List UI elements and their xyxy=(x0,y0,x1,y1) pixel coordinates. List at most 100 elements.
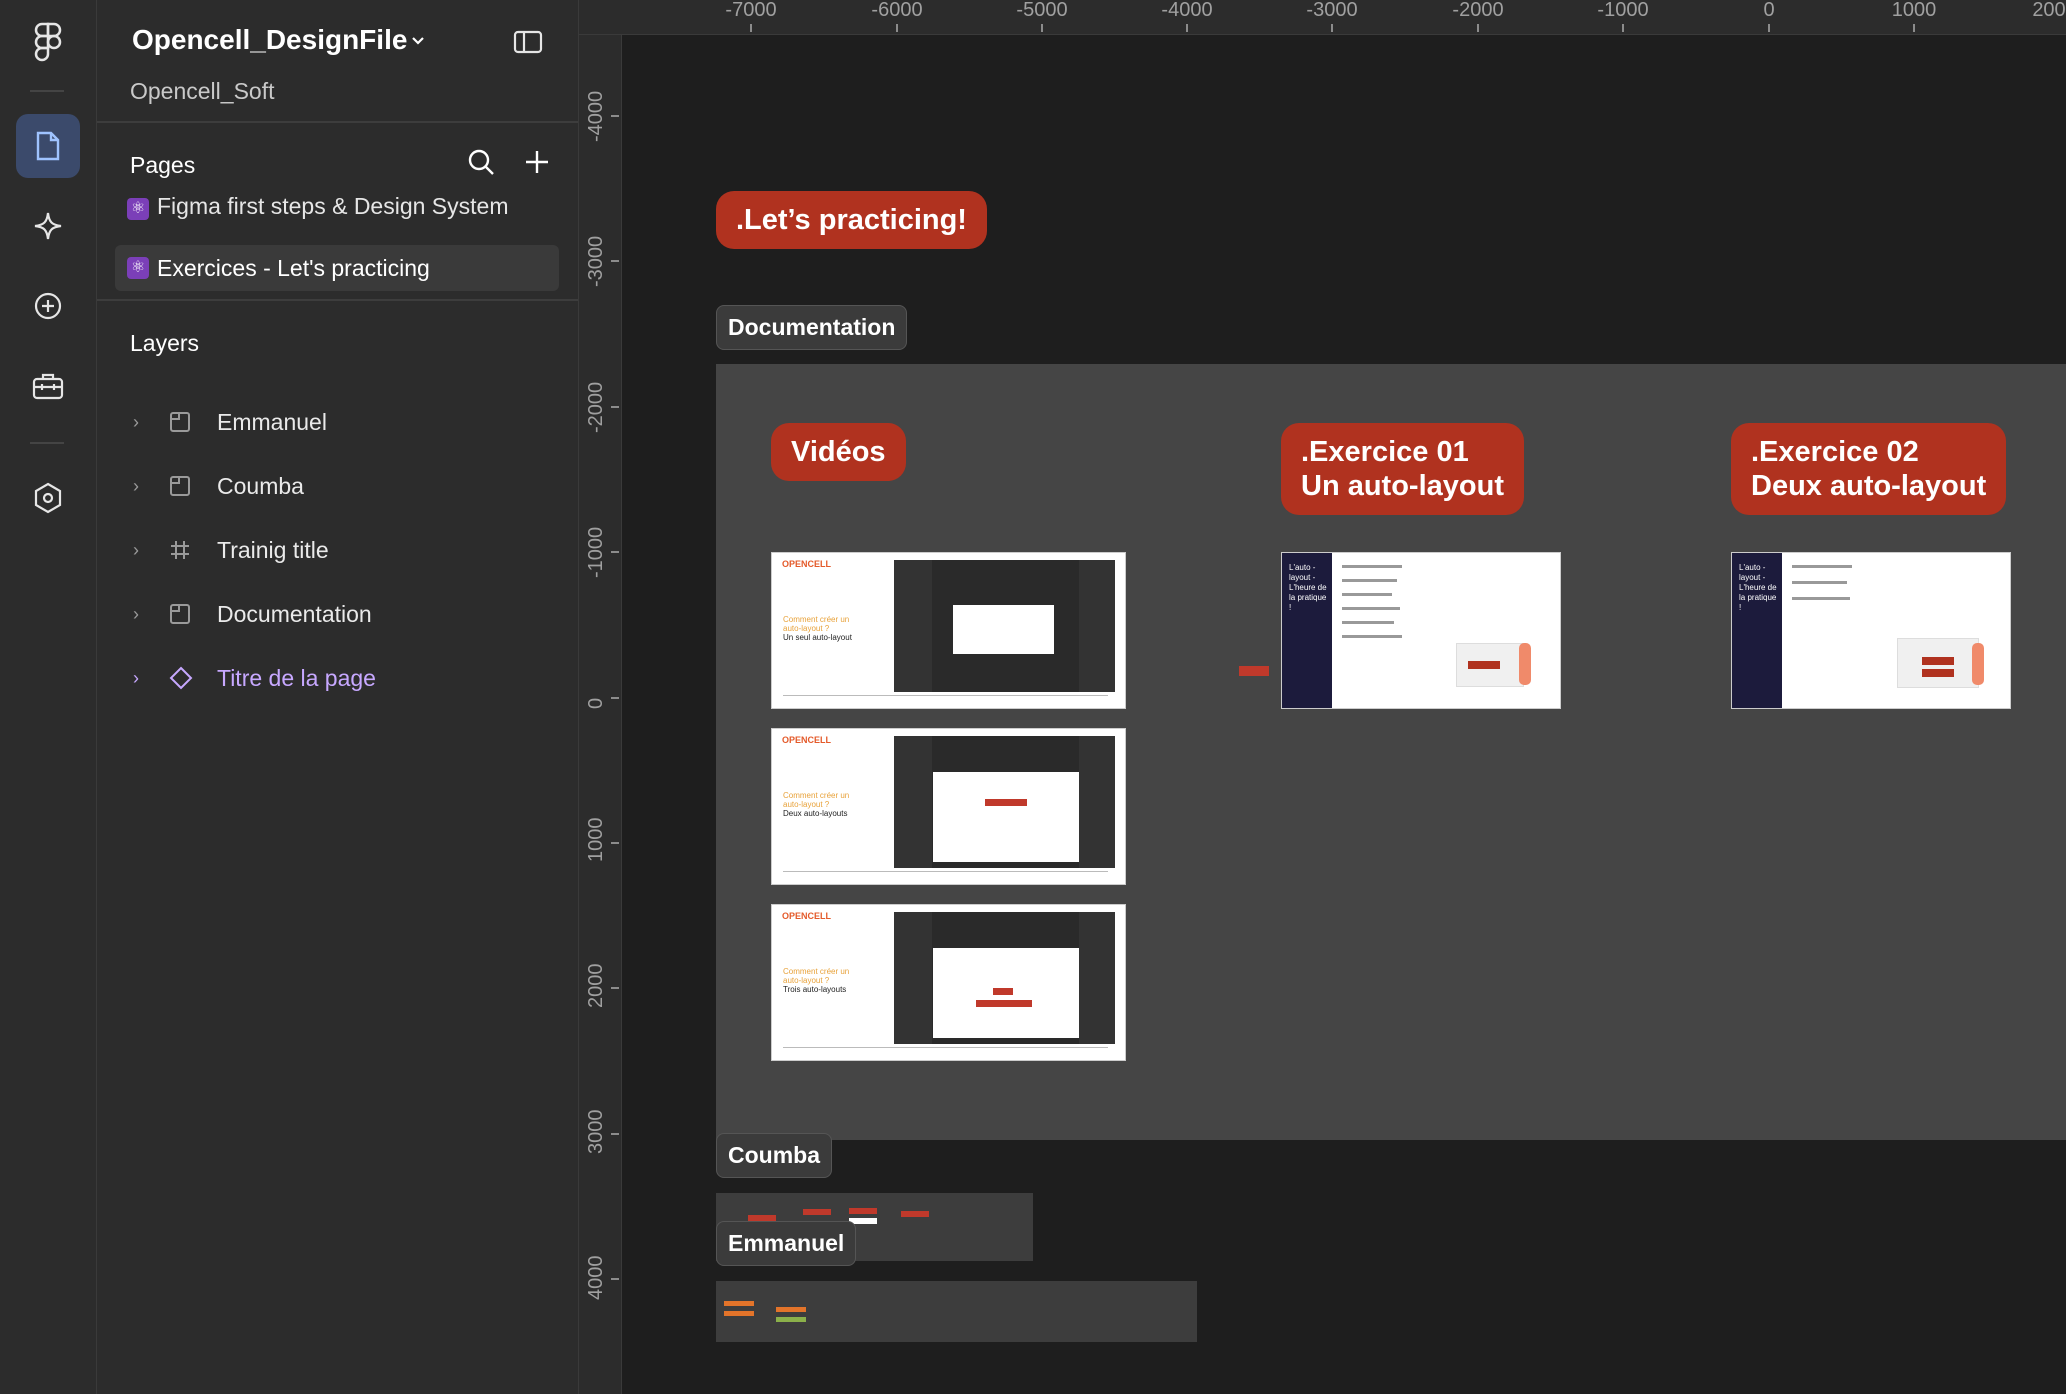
ruler-tick: -1000 xyxy=(585,526,607,578)
video-thumbnail[interactable]: OPENCELL Comment créer un auto-layout ? … xyxy=(771,904,1126,1061)
thumb-side-text: L'auto - layout - L'heure de la pratique… xyxy=(1739,563,1777,612)
ruler-tick-mark xyxy=(1477,24,1479,32)
section-icon xyxy=(169,475,217,497)
thumb-divider xyxy=(783,695,1108,696)
thumb-subtitle: Deux auto-layouts xyxy=(783,809,848,818)
ruler-tick: 4000 xyxy=(585,1255,607,1301)
ruler-tick-mark xyxy=(750,24,752,32)
person-illustration-icon xyxy=(1519,643,1531,685)
emmanuel-chip xyxy=(776,1307,806,1312)
ruler-tick-mark xyxy=(611,842,619,844)
page-item[interactable]: ⚛ Figma first steps & Design System xyxy=(115,190,559,220)
emmanuel-section[interactable] xyxy=(716,1281,1197,1342)
layer-row-titre-de-la-page[interactable]: › Titre de la page xyxy=(97,650,578,706)
chevron-down-icon[interactable] xyxy=(410,34,426,52)
ruler-tick-mark xyxy=(1186,24,1188,32)
thumb-red-button xyxy=(985,799,1027,806)
toolbox-icon[interactable] xyxy=(16,354,80,418)
hexagon-settings-icon[interactable] xyxy=(16,466,80,530)
exercise-02-pill[interactable]: .Exercice 02 Deux auto-layout xyxy=(1731,423,2007,515)
thumb-app-preview xyxy=(894,560,1115,692)
plus-circle-icon[interactable] xyxy=(16,274,80,338)
thumb-app-props xyxy=(1079,736,1115,868)
ruler-tick-mark xyxy=(611,987,619,989)
thumb-red-button xyxy=(1468,661,1500,669)
page-item-selected[interactable]: ⚛ Exercices - Let's practicing xyxy=(115,245,559,291)
layer-label: Titre de la page xyxy=(217,664,376,691)
ruler-tick-mark xyxy=(1331,24,1333,32)
file-icon[interactable] xyxy=(16,114,80,178)
ruler-tick-mark xyxy=(1913,24,1915,32)
coumba-chip xyxy=(849,1208,877,1214)
ruler-tick: 3000 xyxy=(585,1109,607,1155)
training-title-frame[interactable]: .Let’s practicing! xyxy=(716,191,987,249)
video-thumbnail[interactable]: OPENCELL Comment créer un auto-layout ? … xyxy=(771,552,1126,709)
thumb-text-line xyxy=(1342,565,1402,568)
file-name[interactable]: Opencell_DesignFile xyxy=(132,24,407,56)
panel-divider xyxy=(97,121,578,123)
ruler-tick: 1000 xyxy=(1891,0,1937,21)
thumb-app-props xyxy=(1079,560,1115,692)
emmanuel-chip xyxy=(724,1301,754,1306)
thumb-brand: OPENCELL xyxy=(782,559,832,569)
team-name[interactable]: Opencell_Soft xyxy=(130,78,274,105)
thumb-divider xyxy=(783,871,1108,872)
thumb-app-artboard xyxy=(953,605,1054,654)
figma-logo-icon[interactable] xyxy=(16,10,80,74)
layer-row-trainig-title[interactable]: › Trainig title xyxy=(97,522,578,578)
layer-row-emmanuel[interactable]: › Emmanuel xyxy=(97,394,578,450)
sidebar-toggle-icon[interactable] xyxy=(513,30,543,59)
ruler-tick-mark xyxy=(1041,24,1043,32)
ruler-tick: 0 xyxy=(585,697,607,709)
documentation-section[interactable]: Vidéos .Exercice 01 Un auto-layout .Exer… xyxy=(716,364,2066,1140)
coumba-chip xyxy=(901,1211,929,1217)
ruler-tick: -1000 xyxy=(1597,0,1649,21)
thumb-red-button xyxy=(1922,657,1954,665)
chevron-right-icon[interactable]: › xyxy=(133,668,169,689)
chevron-right-icon[interactable]: › xyxy=(133,476,169,497)
ruler-tick-mark xyxy=(611,115,619,117)
emmanuel-chip xyxy=(776,1317,806,1322)
atom-icon: ⚛ xyxy=(127,257,149,279)
thumb-red-button xyxy=(976,1000,1032,1007)
thumb-text-line xyxy=(1792,597,1850,600)
add-page-icon[interactable] xyxy=(523,148,551,181)
exercise-01-subtitle: Un auto-layout xyxy=(1301,470,1504,502)
exercise-02-thumbnail[interactable]: L'auto - layout - L'heure de la pratique… xyxy=(1731,552,2011,709)
thumb-app-props xyxy=(1079,912,1115,1044)
sparkle-icon[interactable] xyxy=(16,194,80,258)
component-icon xyxy=(169,666,217,690)
thumb-text-line xyxy=(1342,607,1400,610)
thumb-red-button xyxy=(993,988,1013,995)
thumb-text-line xyxy=(1792,565,1852,568)
ruler-tick: -6000 xyxy=(871,0,923,21)
thumb-title: auto-layout ? xyxy=(783,976,830,985)
chevron-right-icon[interactable]: › xyxy=(133,540,169,561)
thumb-app-sidebar xyxy=(894,736,932,868)
thumb-app-preview xyxy=(894,912,1115,1044)
exercise-01-thumbnail[interactable]: L'auto - layout - L'heure de la pratique… xyxy=(1281,552,1561,709)
layer-row-documentation[interactable]: › Documentation xyxy=(97,586,578,642)
section-label-emmanuel[interactable]: Emmanuel xyxy=(716,1221,857,1266)
chevron-right-icon[interactable]: › xyxy=(133,412,169,433)
section-label-documentation[interactable]: Documentation xyxy=(716,305,908,350)
video-thumbnail[interactable]: OPENCELL Comment créer un auto-layout ? … xyxy=(771,728,1126,885)
exercise-01-pill[interactable]: .Exercice 01 Un auto-layout xyxy=(1281,423,1524,515)
thumb-text-line xyxy=(1342,621,1394,624)
section-label-coumba[interactable]: Coumba xyxy=(716,1133,832,1178)
ruler-tick: -5000 xyxy=(1016,0,1068,21)
search-icon[interactable] xyxy=(467,148,495,181)
rail-divider xyxy=(30,442,64,444)
thumb-app-artboard xyxy=(933,772,1079,862)
thumb-red-button xyxy=(1922,669,1954,677)
videos-pill[interactable]: Vidéos xyxy=(771,423,906,481)
annotation-tag[interactable] xyxy=(1239,666,1269,676)
atom-icon: ⚛ xyxy=(127,198,149,220)
ruler-tick-mark xyxy=(611,697,619,699)
thumb-subtitle: Un seul auto-layout xyxy=(783,633,852,642)
layer-row-coumba[interactable]: › Coumba xyxy=(97,458,578,514)
chevron-right-icon[interactable]: › xyxy=(133,604,169,625)
left-toolbar xyxy=(0,0,97,1394)
canvas[interactable]: .Let’s practicing! Documentation Vidéos … xyxy=(622,35,2066,1394)
layer-label: Trainig title xyxy=(217,536,329,563)
